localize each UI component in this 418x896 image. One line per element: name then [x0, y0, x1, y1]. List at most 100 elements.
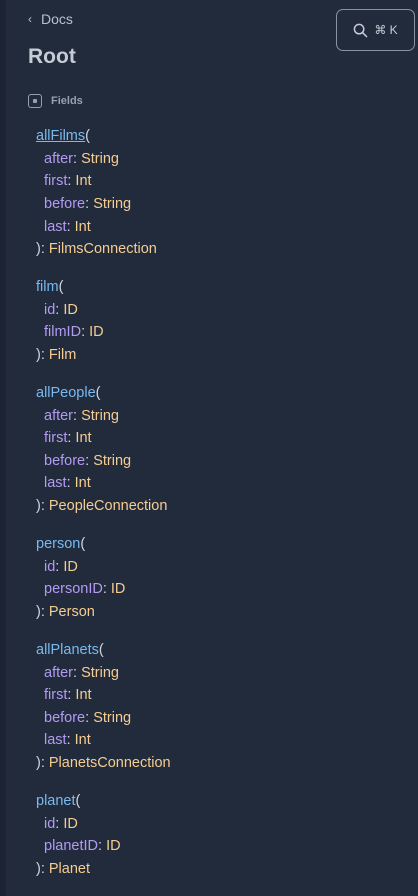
argument-type-link[interactable]: String [81, 665, 119, 681]
argument-type-link[interactable]: ID [63, 302, 78, 318]
return-type-link[interactable]: Film [49, 347, 76, 363]
argument-name[interactable]: last [44, 732, 67, 748]
return-type-link[interactable]: Planet [49, 861, 90, 877]
field-name-link[interactable]: person [36, 536, 80, 552]
argument-type-link[interactable]: String [93, 196, 131, 212]
field-return: ): PeopleConnection [36, 495, 167, 517]
argument-name[interactable]: id [44, 559, 55, 575]
colon: : [85, 453, 94, 469]
field-header: film( [36, 276, 63, 298]
open-paren: ( [80, 536, 86, 552]
colon: : [85, 710, 94, 726]
field-header: allPlanets( [36, 639, 104, 661]
colon: : [73, 408, 82, 424]
search-button[interactable]: ⌘ K [336, 9, 415, 51]
field-argument: filmID: ID [36, 321, 104, 343]
colon: : [73, 665, 82, 681]
argument-type-link[interactable]: String [93, 710, 131, 726]
argument-name[interactable]: personID [44, 581, 103, 597]
argument-name[interactable]: filmID [44, 324, 81, 340]
argument-type-link[interactable]: Int [75, 219, 91, 235]
argument-type-link[interactable]: String [81, 151, 119, 167]
section-label: Fields [51, 95, 83, 107]
colon: : [85, 196, 94, 212]
field-return: ): PlanetsConnection [36, 752, 171, 774]
argument-name[interactable]: id [44, 816, 55, 832]
close-paren: ): [36, 241, 49, 257]
argument-name[interactable]: last [44, 219, 67, 235]
field-argument: first: Int [36, 427, 92, 449]
argument-name[interactable]: first [44, 687, 67, 703]
return-type-link[interactable]: Person [49, 604, 95, 620]
field-argument: first: Int [36, 684, 92, 706]
argument-type-link[interactable]: Int [75, 732, 91, 748]
field-header: planet( [36, 790, 80, 812]
chevron-left-icon: ‹ [28, 12, 32, 26]
box-icon [28, 94, 42, 108]
field-name-link[interactable]: allFilms [36, 128, 85, 144]
argument-type-link[interactable]: ID [111, 581, 126, 597]
colon: : [81, 324, 90, 340]
argument-name[interactable]: after [44, 151, 73, 167]
magnifier-icon [353, 23, 368, 38]
argument-name[interactable]: after [44, 408, 73, 424]
colon: : [98, 838, 107, 854]
field-return: ): Film [36, 344, 76, 366]
open-paren: ( [58, 279, 64, 295]
close-paren: ): [36, 347, 49, 363]
field-return: ): Planet [36, 858, 90, 880]
argument-name[interactable]: first [44, 430, 67, 446]
argument-name[interactable]: after [44, 665, 73, 681]
argument-type-link[interactable]: Int [75, 173, 91, 189]
close-paren: ): [36, 755, 49, 771]
argument-type-link[interactable]: ID [63, 816, 78, 832]
field-name-link[interactable]: planet [36, 793, 76, 809]
argument-type-link[interactable]: Int [75, 687, 91, 703]
field-header: allFilms( [36, 125, 90, 147]
return-type-link[interactable]: FilmsConnection [49, 241, 157, 257]
return-type-link[interactable]: PeopleConnection [49, 498, 168, 514]
field-argument: after: String [36, 662, 119, 684]
field-argument: first: Int [36, 170, 92, 192]
argument-name[interactable]: before [44, 710, 85, 726]
argument-type-link[interactable]: ID [106, 838, 121, 854]
argument-name[interactable]: last [44, 475, 67, 491]
close-paren: ): [36, 861, 49, 877]
field-name-link[interactable]: allPeople [36, 385, 96, 401]
page-title: Root [28, 45, 76, 68]
argument-name[interactable]: id [44, 302, 55, 318]
open-paren: ( [85, 128, 90, 144]
open-paren: ( [95, 385, 101, 401]
argument-name[interactable]: first [44, 173, 67, 189]
field-argument: id: ID [36, 813, 78, 835]
field-argument: planetID: ID [36, 835, 121, 857]
docs-explorer-panel: ‹ Docs ⌘ K Root Fields allFilms( after: … [0, 0, 418, 896]
field-argument: id: ID [36, 556, 78, 578]
colon: : [66, 219, 75, 235]
field-argument: before: String [36, 193, 131, 215]
field-name-link[interactable]: film [36, 279, 59, 295]
close-paren: ): [36, 498, 49, 514]
argument-type-link[interactable]: Int [75, 430, 91, 446]
argument-type-link[interactable]: ID [63, 559, 78, 575]
argument-name[interactable]: before [44, 196, 85, 212]
open-paren: ( [75, 793, 81, 809]
back-label: Docs [41, 11, 73, 27]
field-return: ): FilmsConnection [36, 238, 157, 260]
argument-type-link[interactable]: ID [89, 324, 104, 340]
field-argument: id: ID [36, 299, 78, 321]
fields-section-header: Fields [28, 94, 83, 108]
close-paren: ): [36, 604, 49, 620]
argument-type-link[interactable]: String [93, 453, 131, 469]
argument-type-link[interactable]: Int [75, 475, 91, 491]
field-argument: personID: ID [36, 578, 125, 600]
field-argument: after: String [36, 405, 119, 427]
argument-type-link[interactable]: String [81, 408, 119, 424]
back-to-docs-link[interactable]: ‹ Docs [28, 11, 73, 27]
return-type-link[interactable]: PlanetsConnection [49, 755, 171, 771]
field-argument: last: Int [36, 216, 91, 238]
open-paren: ( [98, 642, 104, 658]
argument-name[interactable]: planetID [44, 838, 98, 854]
argument-name[interactable]: before [44, 453, 85, 469]
field-name-link[interactable]: allPlanets [36, 642, 99, 658]
